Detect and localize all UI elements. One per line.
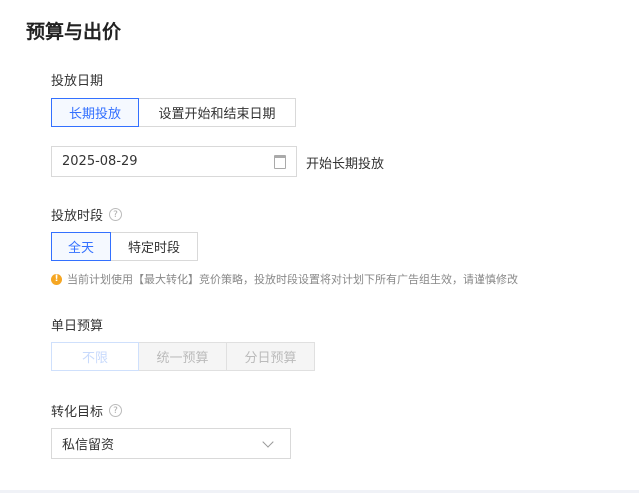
- option-long-term[interactable]: 长期投放: [51, 98, 139, 127]
- warning-message: ! 当前计划使用【最大转化】竞价策略，投放时段设置将对计划下所有广告组生效，请谨慎…: [51, 271, 518, 287]
- chevron-down-icon: [262, 435, 274, 448]
- warning-icon: !: [51, 273, 62, 285]
- option-set-dates[interactable]: 设置开始和结束日期: [138, 98, 296, 127]
- option-all-day[interactable]: 全天: [51, 232, 111, 261]
- option-uniform-budget[interactable]: 统一预算: [138, 342, 227, 371]
- daily-budget-segment: 不限 统一预算 分日预算: [51, 342, 315, 371]
- selected-value: 私信留资: [62, 438, 115, 453]
- conversion-goal-label: 转化目标?: [51, 401, 123, 420]
- option-daily-budget[interactable]: 分日预算: [226, 342, 315, 371]
- page-title: 预算与出价: [26, 21, 122, 43]
- label-text: 投放时段: [51, 209, 104, 224]
- option-unlimited[interactable]: 不限: [51, 342, 139, 371]
- label-text: 转化目标: [51, 405, 104, 420]
- label-text: 投放日期: [51, 74, 104, 89]
- start-date-input[interactable]: 2025-08-29: [51, 146, 297, 177]
- delivery-date-segment: 长期投放 设置开始和结束日期: [51, 98, 296, 127]
- warning-text: 当前计划使用【最大转化】竞价策略，投放时段设置将对计划下所有广告组生效，请谨慎修…: [67, 273, 518, 286]
- daily-budget-label: 单日预算: [51, 315, 103, 334]
- date-value: 2025-08-29: [62, 154, 138, 169]
- delivery-time-segment: 全天 特定时段: [51, 232, 198, 261]
- delivery-time-label: 投放时段?: [51, 205, 123, 224]
- date-hint: 开始长期投放: [306, 157, 385, 172]
- conversion-goal-select[interactable]: 私信留资: [51, 428, 291, 459]
- help-icon[interactable]: ?: [109, 404, 123, 417]
- label-text: 单日预算: [51, 319, 104, 334]
- delivery-date-label: 投放日期: [51, 70, 103, 89]
- option-specific-time[interactable]: 特定时段: [110, 232, 198, 261]
- help-icon[interactable]: ?: [109, 208, 123, 221]
- calendar-icon: [274, 154, 286, 169]
